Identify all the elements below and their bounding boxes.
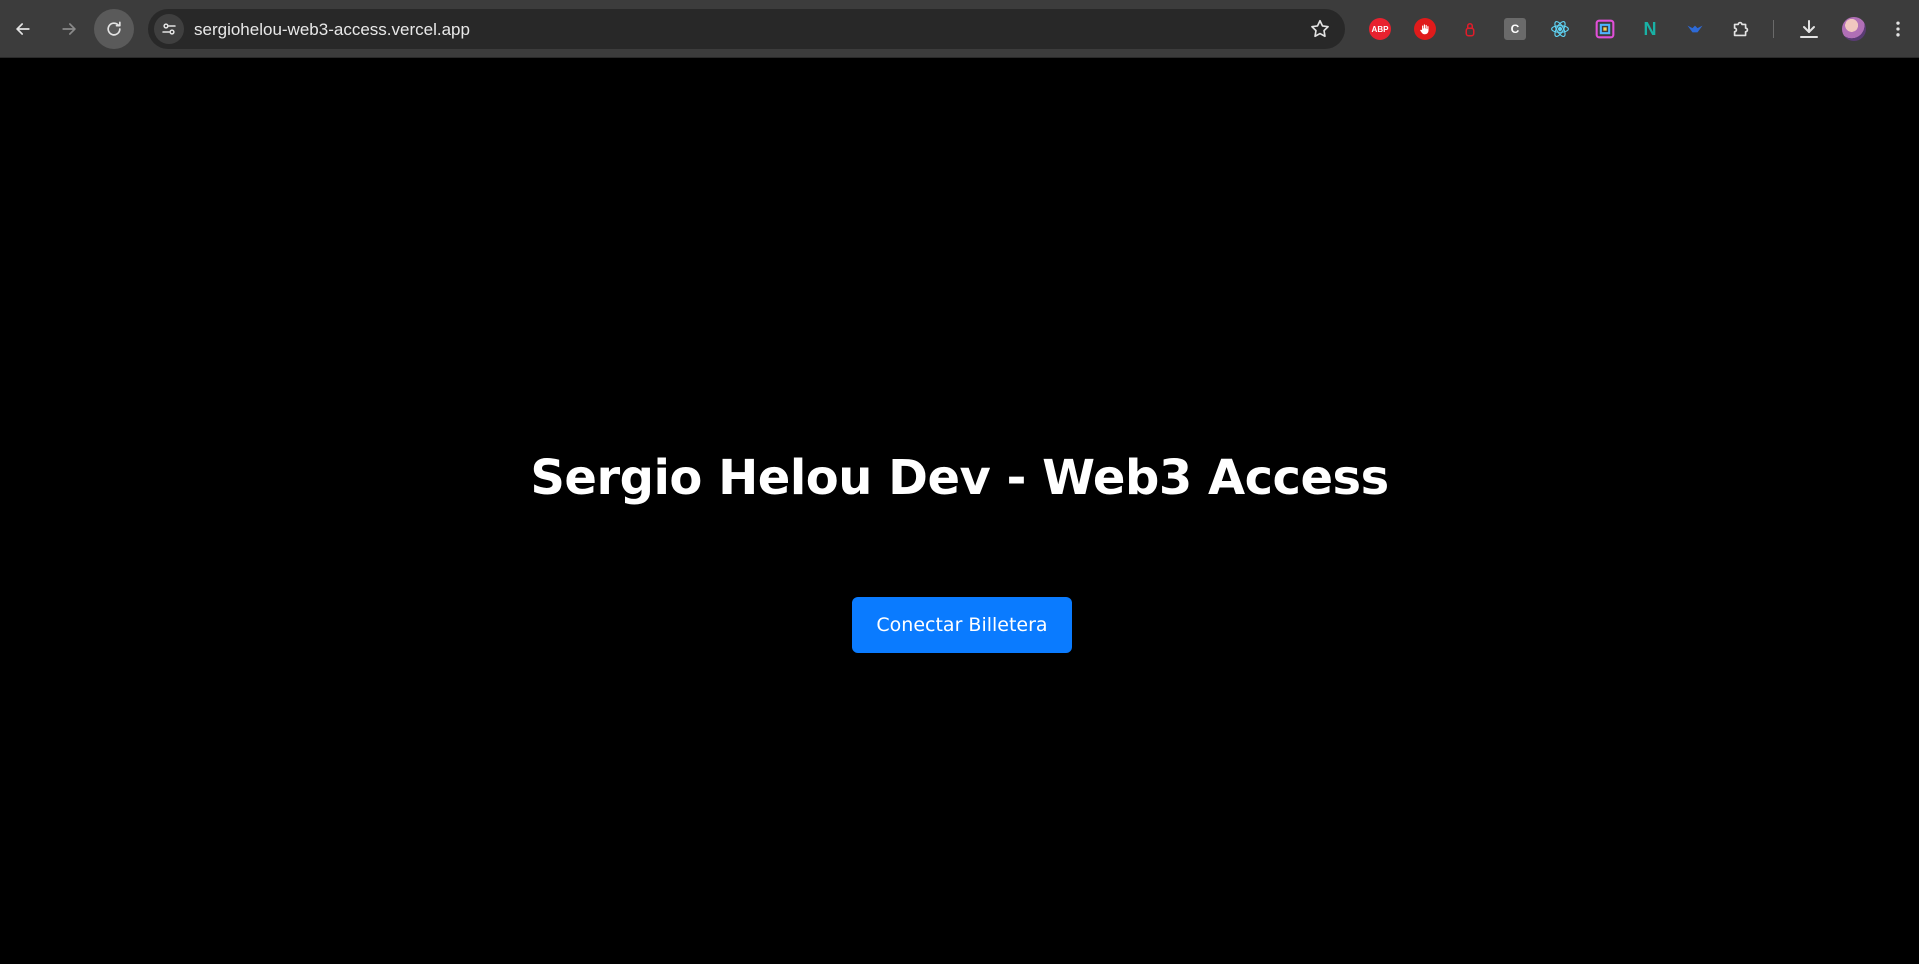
page-content: Sergio Helou Dev - Web3 Access Conectar … <box>0 59 1919 964</box>
lock-extension-icon[interactable] <box>1459 18 1481 40</box>
n-extension-icon[interactable]: N <box>1639 18 1661 40</box>
adblock-plus-label: ABP <box>1371 24 1389 34</box>
c-extension-label: C <box>1510 22 1520 36</box>
bird-extension-icon[interactable] <box>1684 18 1706 40</box>
stop-hand-extension-icon[interactable] <box>1414 18 1436 40</box>
arrow-right-icon <box>62 23 76 35</box>
download-icon[interactable] <box>1797 17 1821 41</box>
reload-icon <box>107 21 121 36</box>
bookmark-star-icon[interactable] <box>1309 18 1331 40</box>
bird-icon <box>1687 25 1703 33</box>
address-bar[interactable]: sergiohelou-web3-access.vercel.app <box>148 9 1345 49</box>
hand-icon <box>1420 24 1429 35</box>
color-grid-extension-icon[interactable] <box>1594 18 1616 40</box>
browser-toolbar: sergiohelou-web3-access.vercel.app ABP C… <box>0 0 1919 58</box>
puzzle-icon <box>1733 21 1749 37</box>
reload-button[interactable] <box>94 9 134 49</box>
tune-icon <box>162 23 176 35</box>
forward-button[interactable] <box>52 12 86 46</box>
arrow-left-icon <box>16 23 30 35</box>
padlock-icon <box>1465 23 1475 37</box>
site-info-button[interactable] <box>154 14 184 44</box>
toolbar-divider <box>1773 20 1774 38</box>
atom-icon <box>1551 21 1569 37</box>
adblock-plus-icon[interactable]: ABP <box>1369 18 1391 40</box>
color-grid-icon <box>1595 19 1615 39</box>
kebab-menu-icon[interactable] <box>1888 17 1908 41</box>
profile-avatar[interactable] <box>1842 17 1866 41</box>
back-button[interactable] <box>6 12 40 46</box>
connect-wallet-button[interactable]: Conectar Billetera <box>852 597 1072 653</box>
url-text[interactable]: sergiohelou-web3-access.vercel.app <box>194 20 470 40</box>
n-extension-label: N <box>1643 18 1657 39</box>
page-title: Sergio Helou Dev - Web3 Access <box>530 450 1389 506</box>
react-devtools-icon[interactable] <box>1549 18 1571 40</box>
c-extension-icon[interactable]: C <box>1504 18 1526 40</box>
extensions-puzzle-icon[interactable] <box>1730 18 1752 40</box>
tab-strip-edge <box>0 0 1919 8</box>
